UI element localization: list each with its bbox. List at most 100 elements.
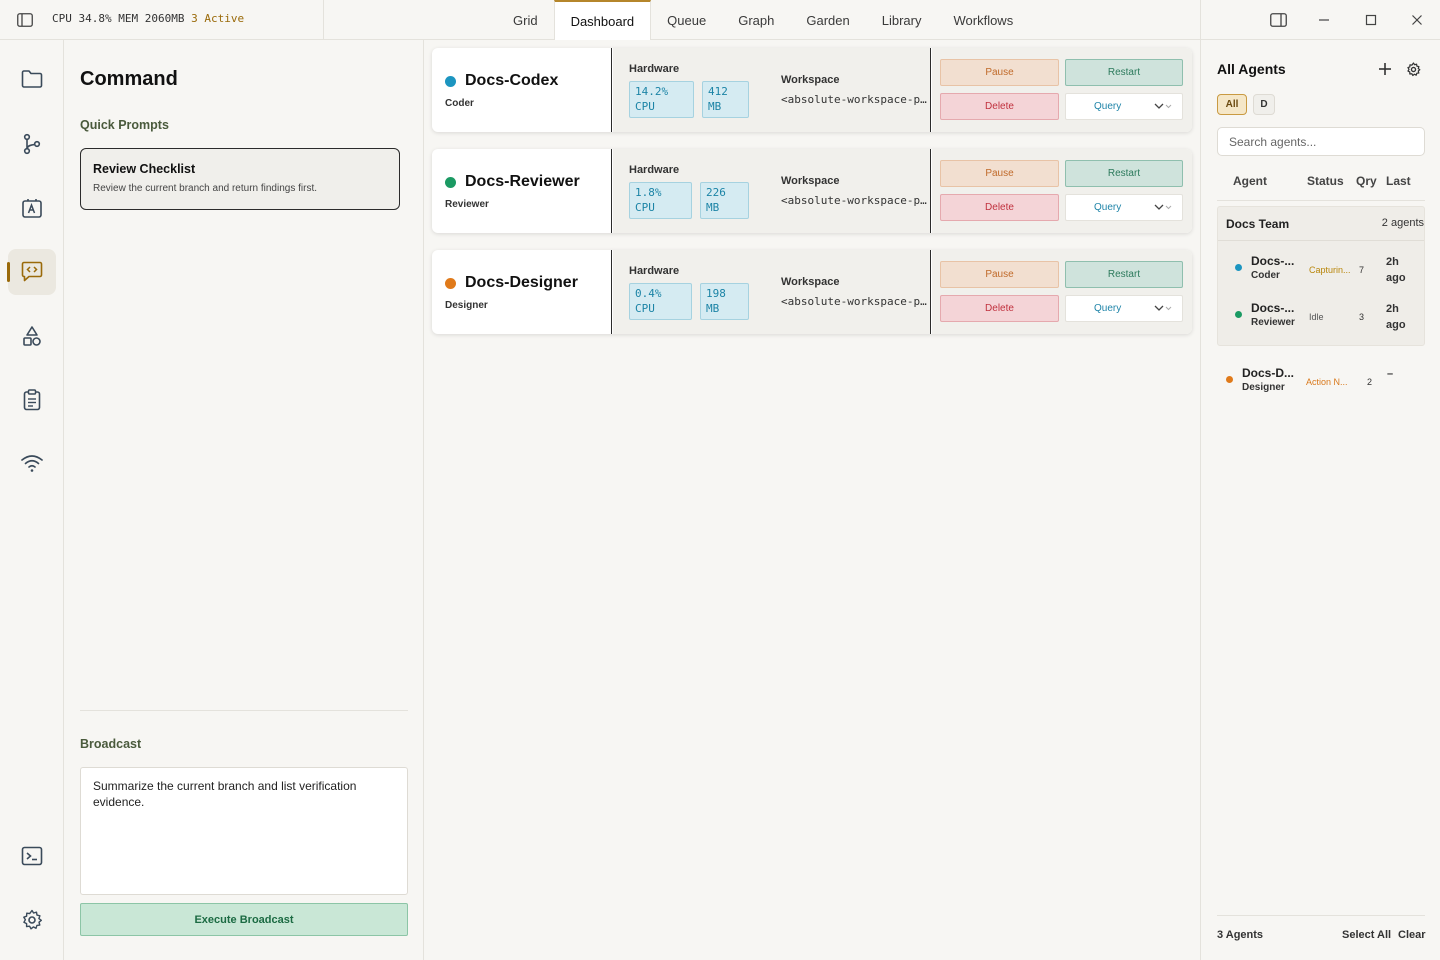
git-branch-icon[interactable]: [8, 121, 56, 167]
query-label: Query: [1094, 303, 1122, 314]
status-dot: [445, 177, 456, 188]
filter-all[interactable]: All: [1217, 94, 1247, 115]
agent-identity: Docs-Codex Coder: [432, 48, 612, 132]
tab-dashboard[interactable]: Dashboard: [553, 0, 652, 40]
restart-button[interactable]: Restart: [1065, 160, 1183, 187]
mem-value: 226: [706, 186, 726, 199]
agent-status: Action N...: [1306, 377, 1348, 387]
search-agents-input[interactable]: [1217, 127, 1425, 156]
agent-query-count: 7: [1359, 265, 1365, 275]
filter-d[interactable]: D: [1253, 94, 1275, 115]
agent-details: Hardware 14.2% CPU 412 MB Workspace <absolute-…: [613, 48, 931, 132]
agent-last-active: 2h ago: [1386, 256, 1406, 284]
query-dropdown[interactable]: Query: [1065, 194, 1183, 221]
pause-button[interactable]: Pause: [940, 261, 1059, 288]
quick-prompt-card[interactable]: Review Checklist Review the current bran…: [80, 148, 400, 210]
title-bar: CPU 34.8% MEM 2060MB 3 Active Grid Dashb…: [0, 0, 1440, 40]
gear-icon[interactable]: [8, 897, 56, 943]
mem-stat: MEM 2060MB: [118, 12, 185, 25]
restart-button[interactable]: Restart: [1065, 261, 1183, 288]
memory-usage-box: 412 MB: [702, 81, 749, 118]
quick-prompt-description: Review the current branch and return fin…: [93, 183, 317, 194]
tab-graph[interactable]: Graph: [722, 0, 790, 40]
add-agent-icon[interactable]: [1376, 60, 1394, 78]
broadcast-input[interactable]: Summarize the current branch and list ve…: [80, 767, 408, 895]
shapes-icon[interactable]: [8, 313, 56, 359]
wifi-icon[interactable]: [8, 440, 56, 486]
hardware-label: Hardware: [629, 63, 680, 75]
agent-actions: Pause Restart Delete Query: [932, 149, 1192, 233]
tab-grid[interactable]: Grid: [497, 0, 554, 40]
broadcast-heading: Broadcast: [80, 737, 142, 751]
agent-role: Reviewer: [1251, 317, 1295, 328]
group-count: 2 agents: [1381, 217, 1424, 229]
workspace-path: <absolute-workspace-path>: [781, 295, 929, 308]
hardware-label: Hardware: [629, 265, 680, 277]
chevron-down-icon: [1154, 203, 1172, 215]
tab-garden[interactable]: Garden: [790, 0, 865, 40]
agent-name: Docs-D...: [1242, 366, 1295, 380]
close-icon[interactable]: [1406, 10, 1428, 30]
select-all-link[interactable]: Select All: [1342, 929, 1391, 941]
mem-unit: MB: [706, 302, 720, 315]
code-chat-icon[interactable]: [7, 249, 56, 295]
chevron-down-icon: [1154, 304, 1172, 316]
clear-link[interactable]: Clear: [1398, 929, 1426, 941]
tab-queue[interactable]: Queue: [651, 0, 722, 40]
view-tabs: Grid Dashboard Queue Graph Garden Librar…: [497, 0, 1029, 40]
pause-button[interactable]: Pause: [940, 59, 1059, 86]
agents-count: 3 Agents: [1217, 929, 1264, 941]
agent-list-item[interactable]: Docs-D... Designer Action N... 2 –: [1201, 362, 1440, 402]
agent-role: Coder: [445, 98, 474, 109]
workspace-path: <absolute-workspace-path>: [781, 93, 929, 106]
agent-details: Hardware 0.4% CPU 198 MB Workspace <absolute-w…: [613, 250, 931, 334]
status-dot: [1235, 264, 1242, 271]
clipboard-icon[interactable]: [8, 377, 56, 423]
hardware-label: Hardware: [629, 164, 680, 176]
workspace-label: Workspace: [781, 74, 840, 86]
mem-value: 412: [708, 85, 728, 98]
query-dropdown[interactable]: Query: [1065, 295, 1183, 322]
cpu-usage-box: 14.2% CPU: [629, 81, 694, 118]
maximize-icon[interactable]: [1360, 10, 1382, 30]
memory-usage-box: 198 MB: [700, 283, 749, 320]
cpu-unit: CPU: [635, 302, 655, 315]
cpu-stat: CPU 34.8%: [52, 12, 112, 25]
workspace-path: <absolute-workspace-path>: [781, 194, 929, 207]
workspace-label: Workspace: [781, 175, 840, 187]
restart-button[interactable]: Restart: [1065, 59, 1183, 86]
status-dot: [445, 76, 456, 87]
tab-workflows[interactable]: Workflows: [937, 0, 1029, 40]
query-dropdown[interactable]: Query: [1065, 93, 1183, 120]
agent-status: Capturin...: [1309, 265, 1351, 275]
execute-broadcast-button[interactable]: Execute Broadcast: [80, 903, 408, 936]
cpu-unit: CPU: [635, 100, 655, 113]
agent-card: Docs-Codex Coder Hardware 14.2% CPU 412 MB Work…: [432, 48, 1192, 132]
column-status: Status: [1307, 174, 1344, 188]
agent-list-item[interactable]: Docs-... Reviewer Idle 3 2h ago: [1201, 297, 1440, 337]
right-panel-toggle-icon[interactable]: [1267, 10, 1289, 30]
terminal-icon[interactable]: [8, 833, 56, 879]
group-name: Docs Team: [1226, 217, 1290, 231]
panel-settings-icon[interactable]: [1404, 60, 1422, 78]
agent-role: Designer: [445, 300, 488, 311]
agent-badge-icon[interactable]: [8, 185, 56, 231]
pause-button[interactable]: Pause: [940, 160, 1059, 187]
column-last: Last: [1386, 174, 1411, 188]
folder-icon[interactable]: [8, 56, 56, 102]
delete-button[interactable]: Delete: [940, 194, 1059, 221]
column-agent: Agent: [1233, 174, 1267, 188]
agent-actions: Pause Restart Delete Query: [932, 250, 1192, 334]
minimize-icon[interactable]: [1313, 10, 1335, 30]
agent-list-item[interactable]: Docs-... Coder Capturin... 7 2h ago: [1201, 250, 1440, 290]
delete-button[interactable]: Delete: [940, 93, 1059, 120]
icon-rail: [0, 40, 64, 960]
cpu-value: 1.8%: [635, 186, 662, 199]
delete-button[interactable]: Delete: [940, 295, 1059, 322]
agent-identity: Docs-Reviewer Reviewer: [432, 149, 612, 233]
sidebar-toggle-icon[interactable]: [14, 10, 36, 30]
agent-name: Docs-...: [1251, 301, 1295, 315]
command-panel: Command Quick Prompts Review Checklist R…: [64, 40, 424, 960]
agent-card: Docs-Designer Designer Hardware 0.4% CPU 198 M…: [432, 250, 1192, 334]
tab-library[interactable]: Library: [866, 0, 938, 40]
